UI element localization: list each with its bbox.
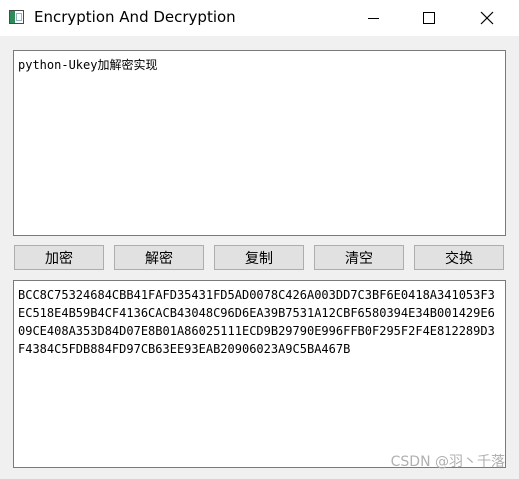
close-button[interactable] <box>464 0 510 36</box>
app-window: Encryption And Decryption python-Ukey加解密… <box>0 0 519 479</box>
watermark: CSDN @羽丶千落 <box>390 454 505 470</box>
plaintext-input[interactable]: python-Ukey加解密实现 <box>13 50 506 236</box>
close-icon <box>480 11 494 25</box>
minimize-button[interactable] <box>350 0 396 36</box>
decrypt-button[interactable]: 解密 <box>114 245 204 270</box>
app-window-icon <box>9 10 24 24</box>
maximize-icon <box>423 12 435 24</box>
ciphertext-output[interactable]: BCC8C75324684CBB41FAFD35431FD5AD0078C426… <box>13 280 506 468</box>
swap-button[interactable]: 交换 <box>414 245 504 270</box>
copy-button[interactable]: 复制 <box>214 245 304 270</box>
clear-button[interactable]: 清空 <box>314 245 404 270</box>
window-title: Encryption And Decryption <box>34 8 236 26</box>
action-button-row: 加密 解密 复制 清空 交换 <box>14 245 505 270</box>
minimize-icon <box>367 18 379 19</box>
title-bar[interactable]: Encryption And Decryption <box>0 0 519 36</box>
maximize-button[interactable] <box>406 0 452 36</box>
encrypt-button[interactable]: 加密 <box>14 245 104 270</box>
